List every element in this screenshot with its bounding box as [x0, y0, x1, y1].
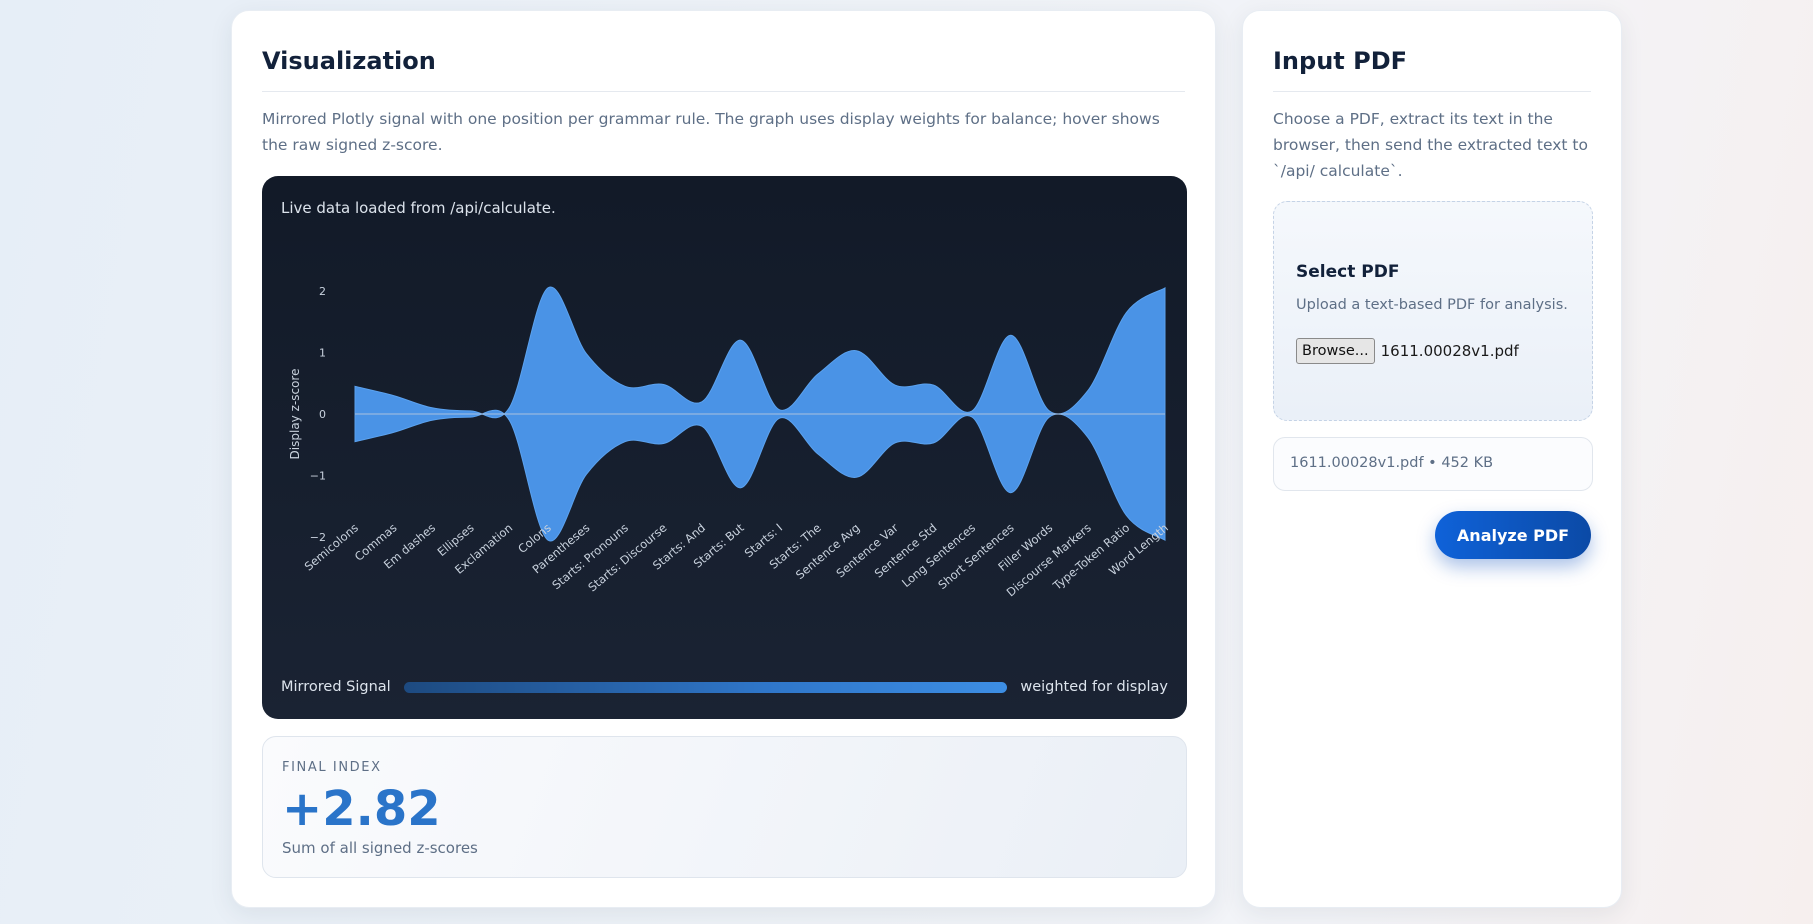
y-tick-label: 2: [319, 285, 326, 298]
y-tick-label: 0: [319, 408, 326, 421]
legend-label: Mirrored Signal: [281, 679, 391, 695]
file-input[interactable]: Browse... 1611.00028v1.pdf: [1296, 338, 1519, 364]
legend-note: weighted for display: [1020, 679, 1168, 695]
chart-panel[interactable]: Live data loaded from /api/calculate. 21…: [262, 176, 1187, 719]
final-index-panel: FINAL INDEX +2.82 Sum of all signed z-sc…: [262, 736, 1187, 878]
y-tick-label: −1: [310, 470, 326, 483]
final-index-label: FINAL INDEX: [282, 760, 382, 775]
input-title-divider: [1273, 91, 1591, 92]
browse-button[interactable]: Browse...: [1296, 338, 1375, 364]
chosen-file-name: 1611.00028v1.pdf: [1380, 342, 1519, 360]
final-index-caption: Sum of all signed z-scores: [282, 839, 478, 857]
y-axis-label: Display z-score: [288, 369, 302, 460]
visualization-title: Visualization: [262, 47, 436, 75]
visualization-card: Visualization Mirrored Plotly signal wit…: [231, 10, 1216, 908]
input-title: Input PDF: [1273, 47, 1408, 75]
input-description: Choose a PDF, extract its text in the br…: [1273, 110, 1588, 180]
upload-title: Select PDF: [1296, 262, 1400, 282]
y-tick-label: −2: [310, 531, 326, 544]
mirrored-signal-chart[interactable]: 210−1−2 Display z-score SemicolonsCommas…: [262, 176, 1187, 719]
visualization-description: Mirrored Plotly signal with one position…: [262, 110, 1160, 154]
title-divider: [262, 91, 1185, 92]
legend-gradient-bar: [403, 681, 1008, 693]
final-index-value: +2.82: [282, 781, 441, 837]
x-tick-label: Semicolons: [302, 521, 361, 574]
file-info-box: 1611.00028v1.pdf • 452 KB: [1273, 437, 1593, 491]
input-pdf-card: Input PDF Choose a PDF, extract its text…: [1242, 10, 1622, 908]
legend-row: Mirrored Signal weighted for display: [281, 677, 1168, 697]
analyze-pdf-button[interactable]: Analyze PDF: [1435, 511, 1591, 559]
y-tick-label: 1: [319, 347, 326, 360]
pdf-dropzone[interactable]: Select PDF Upload a text-based PDF for a…: [1273, 201, 1593, 421]
upload-description: Upload a text-based PDF for analysis.: [1296, 297, 1568, 313]
